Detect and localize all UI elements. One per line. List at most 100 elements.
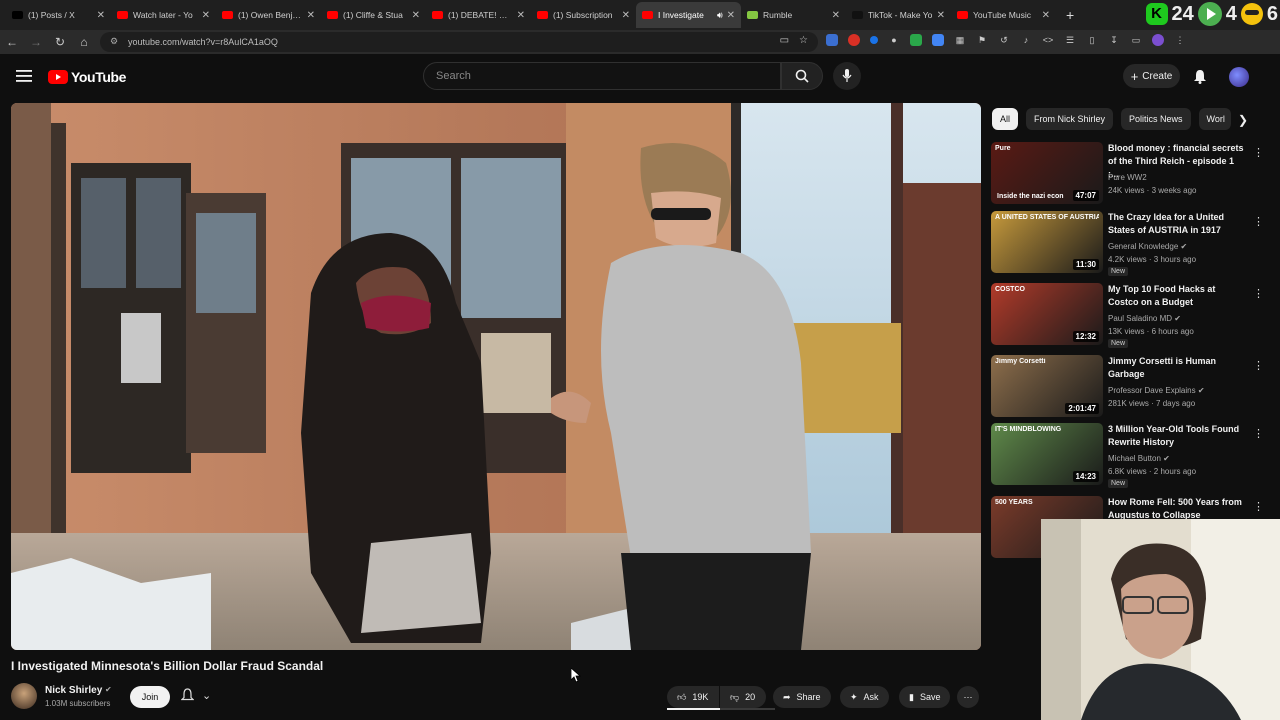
translate-ext-icon[interactable] — [932, 34, 944, 46]
channel-name[interactable]: Paul Saladino MD ✔ — [1108, 314, 1181, 323]
puzzle-icon[interactable]: ⚑ — [976, 34, 988, 46]
voice-search-button[interactable] — [833, 62, 861, 90]
channel-name[interactable]: Professor Dave Explains ✔ — [1108, 386, 1205, 395]
downloads-icon[interactable]: ↧ — [1108, 34, 1120, 46]
close-tab-icon[interactable]: ✕ — [622, 10, 630, 21]
speaker-icon[interactable]: 🔊︎ — [717, 10, 723, 21]
more-vertical-icon[interactable]: ⋮ — [1253, 427, 1264, 440]
browser-tab[interactable]: Rumble ✕ — [741, 2, 846, 28]
new-tab-button[interactable]: + — [1066, 7, 1074, 23]
dislike-button[interactable]: 👎︎ 20 — [720, 686, 766, 708]
youtube-logo[interactable]: YouTube — [48, 69, 126, 85]
video-thumbnail[interactable]: IT'S MINDBLOWING 14:23 — [991, 423, 1103, 485]
ask-button[interactable]: ✦ Ask — [840, 686, 889, 708]
close-tab-icon[interactable]: ✕ — [832, 10, 840, 21]
close-tab-icon[interactable]: ✕ — [307, 10, 315, 21]
video-title[interactable]: My Top 10 Food Hacks at Costco on a Budg… — [1108, 283, 1246, 309]
video-thumbnail[interactable]: Pure Inside the nazi econ 47:07 — [991, 142, 1103, 204]
browser-tab[interactable]: (1) Posts / X ✕ — [6, 2, 111, 28]
forward-icon[interactable]: → — [24, 35, 48, 49]
channel-name[interactable]: General Knowledge ✔ — [1108, 242, 1187, 251]
recommended-video[interactable]: IT'S MINDBLOWING 14:23 3 Million Year-Old … — [991, 423, 1264, 491]
k-extension-icon[interactable]: K — [1145, 3, 1168, 25]
video-thumbnail[interactable]: A UNITED STATES OF AUSTRIA? 11:30 — [991, 211, 1103, 273]
browser-tab[interactable]: (1) Cliffe & Stua ✕ — [321, 2, 426, 28]
save-button[interactable]: ▮ Save — [899, 686, 951, 708]
subscription-notification-button[interactable]: ⌄ — [181, 688, 211, 702]
video-player[interactable] — [11, 103, 981, 650]
close-tab-icon[interactable]: ✕ — [412, 10, 420, 21]
chip[interactable]: From Nick Shirley — [1026, 108, 1114, 130]
recommended-video[interactable]: A UNITED STATES OF AUSTRIA? 11:30 The Craz… — [991, 211, 1264, 279]
video-meta: 6.8K views · 2 hours ago — [1108, 467, 1197, 476]
account-avatar[interactable] — [1229, 67, 1249, 87]
channel-name[interactable]: Nick Shirley — [45, 685, 102, 696]
more-vertical-icon[interactable]: ⋮ — [1253, 500, 1264, 513]
close-tab-icon[interactable]: ✕ — [97, 10, 105, 21]
video-title[interactable]: 3 Million Year-Old Tools Found Rewrite H… — [1108, 423, 1246, 449]
channel-name[interactable]: Pure WW2 — [1108, 173, 1147, 182]
play-icon[interactable] — [1197, 2, 1222, 26]
video-thumbnail[interactable]: Jimmy Corsetti 2:01:47 — [991, 355, 1103, 417]
shield-ext-icon[interactable] — [826, 34, 838, 46]
circle-ext-icon[interactable] — [870, 36, 878, 44]
reload-icon[interactable]: ↻ — [48, 35, 72, 49]
browser-tab[interactable]: (1) Subscription ✕ — [531, 2, 636, 28]
mask-icon[interactable] — [1240, 3, 1263, 25]
code-icon[interactable]: <> — [1042, 34, 1054, 46]
share-button[interactable]: ➦ Share — [773, 686, 831, 708]
browser-tab[interactable]: YouTube Music ✕ — [951, 2, 1056, 28]
chevron-right-icon[interactable]: ❯ — [1238, 113, 1248, 127]
sidebar-icon[interactable]: ▯ — [1086, 34, 1098, 46]
chip[interactable]: All — [992, 108, 1019, 130]
cast-icon[interactable]: ▭ — [780, 35, 789, 46]
browser-tab[interactable]: (1) Owen Benjam ✕ — [216, 2, 321, 28]
join-button[interactable]: Join — [130, 686, 170, 708]
recommended-video[interactable]: COSTCO 12:32 My Top 10 Food Hacks at Costc… — [991, 283, 1264, 351]
reading-list-icon[interactable]: ☰ — [1064, 34, 1076, 46]
more-vertical-icon[interactable]: ⋮ — [1253, 359, 1264, 372]
back-icon[interactable]: ← — [0, 35, 24, 49]
green-ext-icon[interactable] — [910, 34, 922, 46]
close-tab-icon[interactable]: ✕ — [1042, 10, 1050, 21]
browser-tab[interactable]: (1) DEBATE! Whe ✕ — [426, 2, 531, 28]
history-icon[interactable]: ↺ — [998, 34, 1010, 46]
browser-menu-icon[interactable]: ⋮ — [1174, 34, 1186, 46]
close-tab-icon[interactable]: ✕ — [202, 10, 210, 21]
notifications-bell-icon[interactable] — [1193, 69, 1207, 84]
channel-avatar[interactable] — [11, 683, 37, 709]
like-button[interactable]: 👍︎ 19K — [667, 686, 719, 708]
more-vertical-icon[interactable]: ⋮ — [1253, 215, 1264, 228]
split-view-icon[interactable]: ▭ — [1130, 34, 1142, 46]
search-input[interactable]: Search — [423, 62, 781, 90]
home-icon[interactable]: ⌂ — [72, 35, 96, 49]
channel-name[interactable]: Michael Button ✔ — [1108, 454, 1170, 463]
video-thumbnail[interactable]: COSTCO 12:32 — [991, 283, 1103, 345]
grid-ext-icon[interactable]: ▦ — [954, 34, 966, 46]
browser-tab[interactable]: I Investigate 🔊︎ ✕ — [636, 2, 741, 28]
chrome-ext-icon[interactable] — [848, 34, 860, 46]
close-tab-icon[interactable]: ✕ — [937, 10, 945, 21]
site-info-icon[interactable]: ⚙ — [110, 36, 118, 47]
recommended-video[interactable]: Jimmy Corsetti 2:01:47 Jimmy Corsetti is H… — [991, 355, 1264, 423]
profile-avatar-icon[interactable] — [1152, 34, 1164, 46]
video-title[interactable]: The Crazy Idea for a United States of AU… — [1108, 211, 1246, 237]
more-vertical-icon[interactable]: ⋮ — [1253, 287, 1264, 300]
chip[interactable]: Worl — [1198, 108, 1231, 130]
close-tab-icon[interactable]: ✕ — [727, 10, 735, 21]
search-button[interactable] — [781, 62, 823, 90]
more-actions-button[interactable]: ⋯ — [957, 686, 979, 708]
video-title[interactable]: Jimmy Corsetti is Human Garbage — [1108, 355, 1246, 381]
close-tab-icon[interactable]: ✕ — [517, 10, 525, 21]
recommended-video[interactable]: Pure Inside the nazi econ 47:07 Blood money… — [991, 142, 1264, 210]
chip[interactable]: Politics News — [1121, 108, 1191, 130]
more-vertical-icon[interactable]: ⋮ — [1253, 146, 1264, 159]
browser-tab[interactable]: TikTok - Make Yo ✕ — [846, 2, 951, 28]
create-button[interactable]: + Create — [1123, 64, 1180, 88]
bookmark-star-icon[interactable]: ☆ — [799, 35, 808, 46]
menu-icon[interactable] — [16, 70, 32, 82]
glasses-ext-icon[interactable]: ● — [888, 34, 900, 46]
address-bar[interactable]: ⚙ youtube.com/watch?v=r8AulCA1aOQ ▭ ☆ — [100, 32, 818, 52]
media-icon[interactable]: ♪ — [1020, 34, 1032, 46]
browser-tab[interactable]: Watch later - Yo ✕ — [111, 2, 216, 28]
